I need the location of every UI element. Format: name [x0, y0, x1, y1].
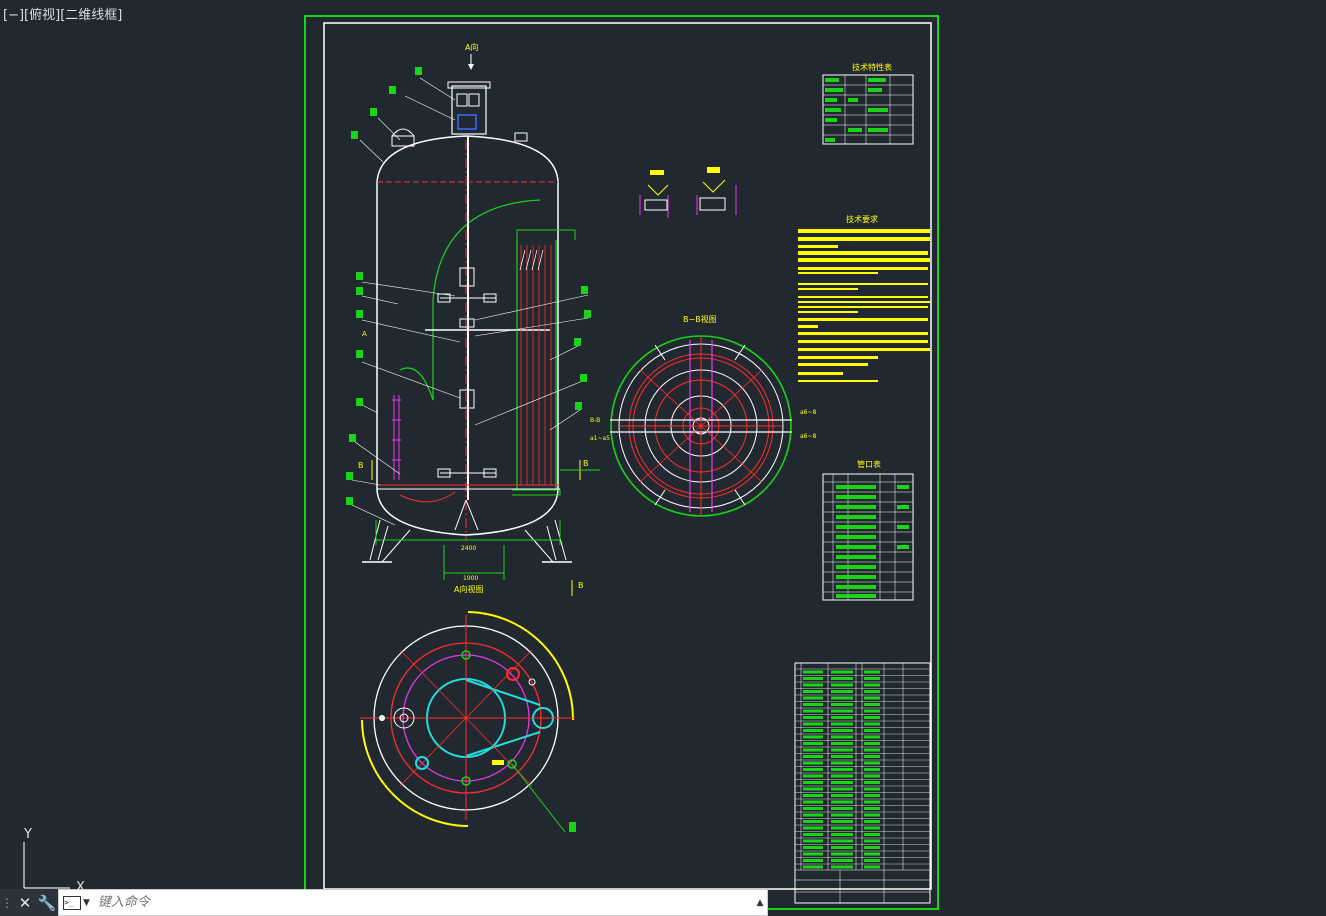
svg-text:B-B: B-B — [590, 417, 600, 424]
detail-views — [639, 167, 737, 218]
svg-text:B: B — [578, 581, 584, 590]
svg-text:A: A — [362, 330, 367, 338]
sheet-inner-frame — [323, 22, 932, 890]
svg-text:B: B — [358, 461, 364, 470]
customize-wrench-icon[interactable]: 🔧 — [36, 889, 58, 916]
parts-list-table — [794, 662, 931, 904]
close-command-line-button[interactable]: ✕ — [14, 889, 36, 916]
command-line-grip[interactable]: ⋮ — [0, 889, 14, 916]
b-b-view: B−B视图 B-B a1~a5 a6~8 a6~8 — [590, 314, 817, 517]
recent-commands-dropdown-icon[interactable]: ▼ — [83, 898, 90, 908]
technical-requirements: 技术要求 — [798, 214, 930, 382]
drawing-canvas[interactable]: A向 2400 1900 B B B A B−B视图 B-B a1~a5 a6~… — [0, 0, 1326, 916]
top-arrow-label: A向 — [465, 42, 478, 52]
tech-req-title: 技术要求 — [846, 214, 878, 224]
a-direction-view: A向视图 — [360, 584, 576, 833]
a-view-title: A向视图 — [454, 584, 483, 594]
svg-text:a1~a5: a1~a5 — [590, 435, 610, 442]
nozzle-table: 管口表 — [822, 459, 914, 601]
ucs-icon: Y X — [23, 827, 85, 895]
tech-characteristics-table: 技术特性表 — [822, 62, 914, 145]
command-line: ⋮ ✕ 🔧 >_ ▼ ▲ — [0, 889, 768, 916]
b-view-title: B−B视图 — [683, 314, 717, 324]
tech-char-title: 技术特性表 — [852, 62, 892, 72]
dim-vessel-bottom: 2400 — [461, 545, 476, 552]
command-input-box[interactable]: >_ ▼ ▲ — [58, 889, 768, 916]
nozzle-table-title: 管口表 — [857, 459, 881, 469]
command-input[interactable] — [95, 894, 753, 911]
svg-text:a6~8: a6~8 — [800, 433, 817, 440]
ucs-y-label: Y — [23, 827, 32, 842]
command-history-up-icon[interactable]: ▲ — [753, 898, 767, 908]
dim-base: 1900 — [463, 575, 478, 582]
command-prompt-icon[interactable]: >_ — [63, 895, 81, 910]
svg-text:B: B — [583, 459, 589, 468]
svg-text:a6~8: a6~8 — [800, 409, 817, 416]
